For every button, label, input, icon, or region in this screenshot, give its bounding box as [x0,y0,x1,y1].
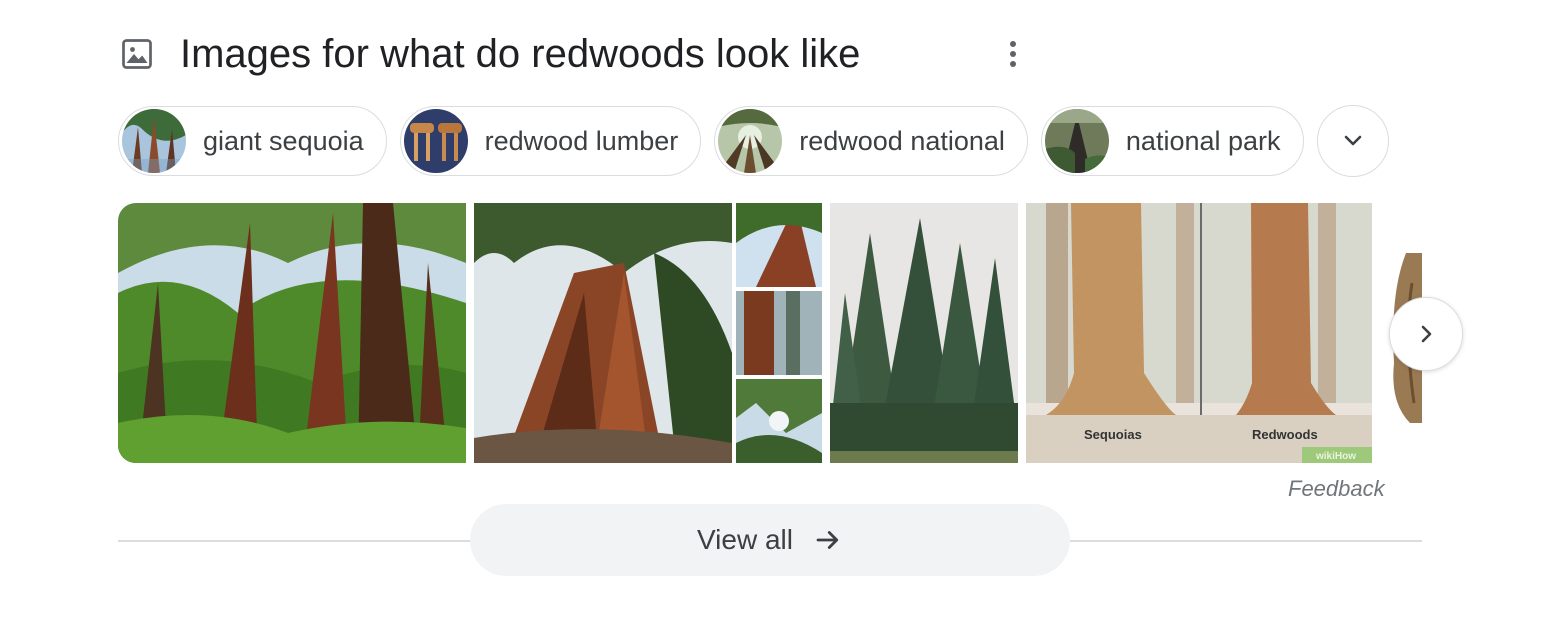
divider [118,540,472,542]
next-images-button[interactable] [1389,297,1463,371]
view-all-button[interactable]: View all [470,504,1070,576]
image-result[interactable] [474,203,732,463]
related-search-chips: giant sequoia redwood lumber redwood nat… [118,105,1389,177]
divider [1068,540,1422,542]
image-result-stack[interactable] [736,203,822,463]
caption-redwoods: Redwoods [1252,427,1318,442]
chip-label: giant sequoia [203,125,364,156]
chip-national-park[interactable]: national park [1040,106,1304,176]
caption-sequoias: Sequoias [1084,427,1142,442]
expand-chips-button[interactable] [1316,105,1389,177]
more-options-button[interactable] [996,36,1030,72]
chevron-down-icon [1344,135,1361,146]
chip-label: redwood national [799,125,1005,156]
chip-thumbnail [718,109,783,173]
chip-thumbnail [1044,109,1109,173]
image-results-header: Images for what do redwoods look like [118,28,860,80]
image-result[interactable] [118,203,466,463]
view-all-label: View all [697,524,793,555]
image-strip: Sequoias Redwoods wikiHow [118,203,1422,463]
feedback-link[interactable]: Feedback [1288,476,1385,502]
chip-thumbnail [122,109,186,173]
chip-label: redwood lumber [484,125,679,156]
arrow-right-icon [816,531,839,549]
wikihow-watermark: wikiHow [1315,451,1356,462]
chip-redwood-national[interactable]: redwood national [714,106,1028,176]
image-icon [118,35,156,73]
chevron-right-icon [1421,325,1432,343]
image-result[interactable] [830,203,1018,463]
chip-giant-sequoia[interactable]: giant sequoia [118,106,387,176]
chip-label: national park [1125,125,1281,156]
more-vert-icon [1010,41,1016,67]
image-results-panel: Images for what do redwoods look like gi… [0,0,1545,635]
section-title: Images for what do redwoods look like [180,32,861,76]
chip-thumbnail [403,109,468,173]
image-result[interactable]: Sequoias Redwoods wikiHow [1026,203,1372,463]
chip-redwood-lumber[interactable]: redwood lumber [399,106,702,176]
